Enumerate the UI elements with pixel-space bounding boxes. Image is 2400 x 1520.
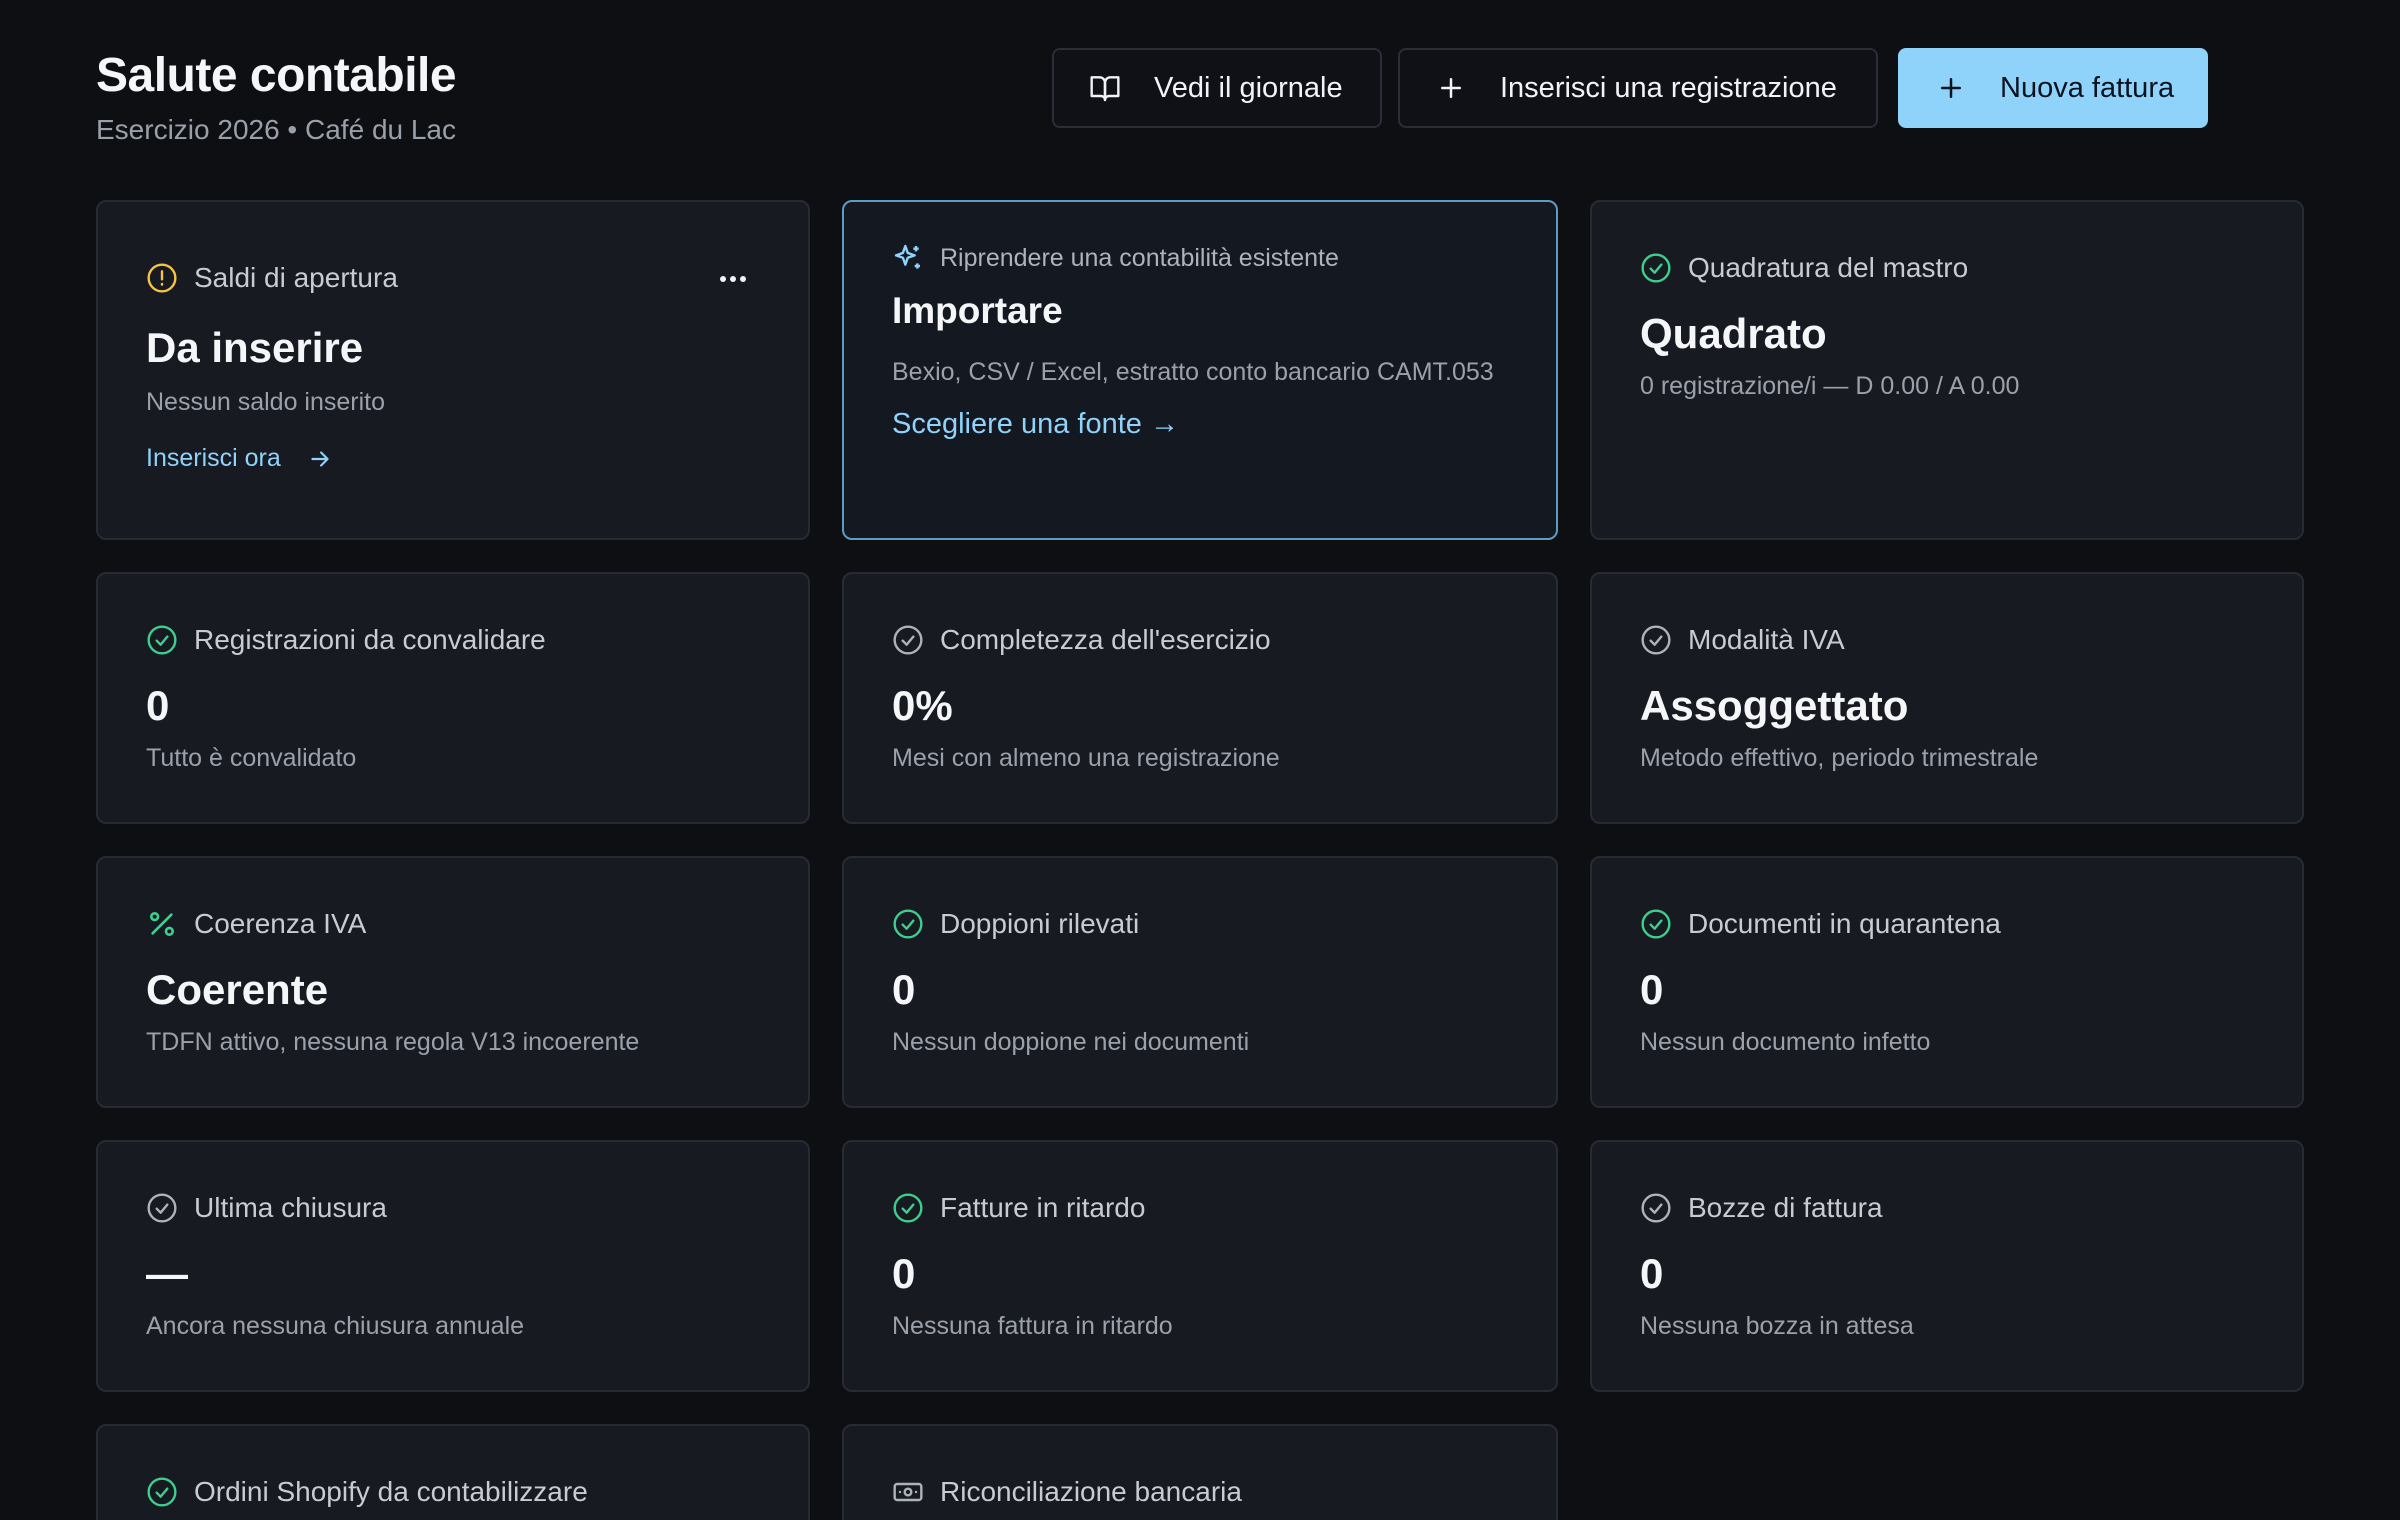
card-description: 0 registrazione/i — D 0.00 / A 0.00 [1640, 372, 2020, 400]
card-description: Nessuna fattura in ritardo [892, 1312, 1173, 1340]
check-circle-icon [146, 1192, 178, 1224]
card-description: Nessuna bozza in attesa [1640, 1312, 1914, 1340]
check-circle-icon [1640, 908, 1672, 940]
card-header: Ordini Shopify da contabilizzare [146, 1476, 588, 1508]
page-subtitle: Esercizio 2026 • Café du Lac [96, 114, 457, 145]
card-description: Nessun documento infetto [1640, 1028, 1931, 1056]
alert-circle-icon [146, 262, 178, 294]
card-label: Completezza dell'esercizio [940, 624, 1271, 655]
card-import[interactable]: Riprendere una contabilità esistente Imp… [842, 200, 1558, 540]
card-label: Ultima chiusura [194, 1192, 387, 1223]
card-value: Assoggettato [1640, 682, 1909, 729]
accounting-health-page: Salute contabile Esercizio 2026 • Café d… [0, 0, 2400, 1520]
new-invoice-label: Nuova fattura [2000, 71, 2175, 104]
card-header: Completezza dell'esercizio [892, 624, 1271, 656]
choose-source-link[interactable]: Scegliere una fonte → [892, 408, 1179, 441]
card-shopify-orders: Ordini Shopify da contabilizzare [96, 1424, 810, 1520]
card-header: Documenti in quarantena [1640, 908, 2001, 940]
page-title: Salute contabile [96, 49, 457, 102]
card-label: Documenti in quarantena [1688, 908, 2001, 939]
card-header: Fatture in ritardo [892, 1192, 1145, 1224]
card-quarantine: Documenti in quarantena 0 Nessun documen… [1590, 856, 2304, 1108]
card-value: 0 [1640, 1250, 1664, 1297]
card-value: Da inserire [146, 324, 364, 371]
card-label: Riprendere una contabilità esistente [940, 243, 1339, 272]
card-vat-coherence: Coerenza IVA Coerente TDFN attivo, nessu… [96, 856, 810, 1108]
card-ledger-balance: Quadratura del mastro Quadrato 0 registr… [1590, 200, 2304, 540]
plus-icon [1434, 71, 1468, 105]
card-value: Quadrato [1640, 310, 1827, 357]
more-options-icon[interactable] [718, 264, 748, 294]
card-label: Saldi di apertura [194, 262, 398, 293]
card-header: Ultima chiusura [146, 1192, 387, 1224]
sparkles-icon [892, 242, 924, 274]
card-value: — [146, 1250, 188, 1297]
view-journal-label: Vedi il giornale [1154, 71, 1343, 104]
card-description: Mesi con almeno una registrazione [892, 744, 1280, 772]
card-description: Tutto è convalidato [146, 744, 357, 772]
card-value: Coerente [146, 966, 329, 1013]
card-header: Coerenza IVA [146, 908, 366, 940]
arrow-right-icon [307, 446, 333, 472]
card-value: 0% [892, 682, 953, 729]
check-circle-icon [892, 1192, 924, 1224]
card-description: TDFN attivo, nessuna regola V13 incoeren… [146, 1028, 640, 1056]
card-duplicates: Doppioni rilevati 0 Nessun doppione nei … [842, 856, 1558, 1108]
card-fiscal-completeness: Completezza dell'esercizio 0% Mesi con a… [842, 572, 1558, 824]
card-description: Nessun saldo inserito [146, 388, 386, 416]
card-value: 0 [146, 682, 170, 729]
card-header: Registrazioni da convalidare [146, 624, 546, 656]
card-header: Riprendere una contabilità esistente [892, 242, 1339, 274]
enter-now-link[interactable]: Inserisci ora [146, 444, 333, 473]
percent-icon [146, 908, 178, 940]
check-circle-icon [1640, 252, 1672, 284]
check-circle-icon [146, 1476, 178, 1508]
card-description: Nessun doppione nei documenti [892, 1028, 1250, 1056]
card-label: Riconciliazione bancaria [940, 1476, 1242, 1507]
card-label: Fatture in ritardo [940, 1192, 1146, 1223]
card-draft-invoices: Bozze di fattura 0 Nessuna bozza in atte… [1590, 1140, 2304, 1392]
banknote-icon [892, 1476, 924, 1508]
card-description: Ancora nessuna chiusura annuale [146, 1312, 525, 1340]
card-description: Bexio, CSV / Excel, estratto conto banca… [892, 358, 1494, 386]
card-value: 0 [1640, 966, 1664, 1013]
view-journal-button[interactable]: Vedi il giornale [1052, 48, 1382, 128]
new-invoice-button[interactable]: Nuova fattura [1898, 48, 2208, 128]
card-label: Registrazioni da convalidare [194, 624, 546, 655]
card-entries-to-validate: Registrazioni da convalidare 0 Tutto è c… [96, 572, 810, 824]
add-entry-button[interactable]: Inserisci una registrazione [1398, 48, 1878, 128]
card-label: Bozze di fattura [1688, 1192, 1883, 1223]
check-circle-icon [1640, 624, 1672, 656]
book-open-icon [1088, 71, 1122, 105]
card-description: Metodo effettivo, periodo trimestrale [1640, 744, 2039, 772]
card-label: Ordini Shopify da contabilizzare [194, 1476, 588, 1507]
card-header: Modalità IVA [1640, 624, 1845, 656]
card-label: Doppioni rilevati [940, 908, 1140, 939]
add-entry-label: Inserisci una registrazione [1500, 71, 1837, 104]
card-opening-balances: Saldi di apertura Da inserire Nessun sal… [96, 200, 810, 540]
card-label: Quadratura del mastro [1688, 252, 1969, 283]
card-header: Doppioni rilevati [892, 908, 1139, 940]
card-label: Coerenza IVA [194, 908, 367, 939]
card-value: Importare [892, 290, 1063, 331]
card-value: 0 [892, 966, 916, 1013]
check-circle-icon [892, 624, 924, 656]
enter-now-label: Inserisci ora [146, 444, 281, 472]
card-header: Saldi di apertura [146, 262, 398, 294]
card-late-invoices: Fatture in ritardo 0 Nessuna fattura in … [842, 1140, 1558, 1392]
card-bank-reconciliation: Riconciliazione bancaria [842, 1424, 1558, 1520]
card-value: 0 [892, 1250, 916, 1297]
check-circle-icon [1640, 1192, 1672, 1224]
card-header: Bozze di fattura [1640, 1192, 1883, 1224]
card-label: Modalità IVA [1688, 624, 1845, 655]
card-vat-mode: Modalità IVA Assoggettato Metodo effetti… [1590, 572, 2304, 824]
card-header: Quadratura del mastro [1640, 252, 1968, 284]
card-last-closing: Ultima chiusura — Ancora nessuna chiusur… [96, 1140, 810, 1392]
card-header: Riconciliazione bancaria [892, 1476, 1242, 1508]
check-circle-icon [892, 908, 924, 940]
check-circle-icon [146, 624, 178, 656]
plus-icon [1934, 71, 1968, 105]
